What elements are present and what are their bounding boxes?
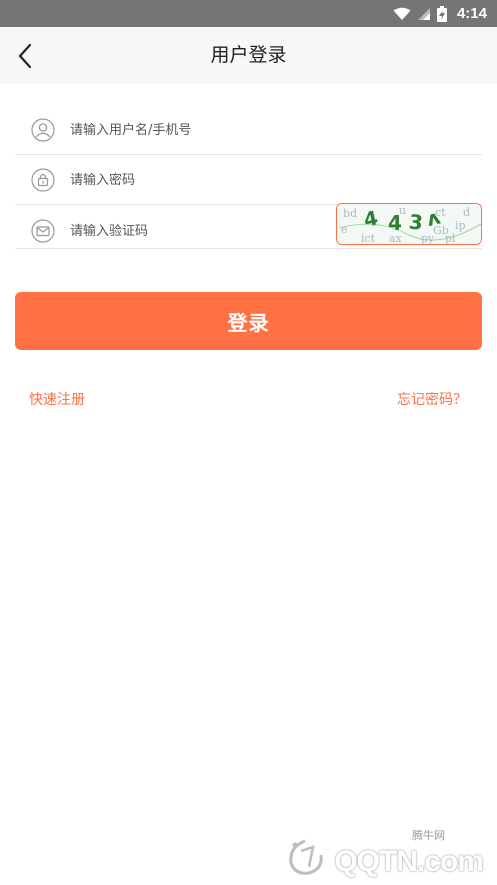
- svg-text:e: e: [341, 223, 348, 236]
- battery-charging-icon: [436, 5, 447, 22]
- qqtn-logo-icon: [289, 839, 323, 875]
- login-button[interactable]: 登录: [15, 292, 482, 350]
- user-icon: [31, 118, 55, 142]
- status-icons: 4:14: [393, 0, 487, 27]
- password-row: [15, 155, 482, 205]
- watermark-site-name: 腾牛网: [412, 829, 445, 842]
- forgot-password-link[interactable]: 忘记密码？: [397, 389, 467, 409]
- page-title: 用户登录: [210, 44, 287, 66]
- svg-text:bd: bd: [343, 207, 357, 220]
- signal-icon: [417, 7, 430, 20]
- svg-text:ip: ip: [455, 219, 466, 232]
- wifi-icon: [393, 7, 411, 20]
- svg-text:ict: ict: [361, 232, 376, 245]
- watermark-logo-text: QQTN.com: [334, 845, 484, 878]
- mail-icon: [31, 219, 55, 243]
- status-time: 4:14: [456, 5, 487, 22]
- register-link[interactable]: 快速注册: [29, 389, 85, 409]
- captcha-image[interactable]: bd u ct d e ip Gb ict ax py pl 4 4 3 ʌ: [336, 203, 482, 245]
- watermark: 腾牛网 QQTN.com: [283, 827, 484, 879]
- svg-text:py: py: [421, 232, 435, 245]
- svg-text:d: d: [463, 206, 470, 219]
- back-button[interactable]: [10, 39, 40, 73]
- captcha-input[interactable]: [70, 214, 330, 248]
- captcha-picture: bd u ct d e ipGb ict ax py pl 4 4 3 ʌ: [337, 204, 481, 245]
- username-row: [15, 105, 482, 155]
- svg-text:4: 4: [388, 211, 402, 235]
- chevron-left-icon: [18, 43, 32, 69]
- status-bar: 4:14: [0, 0, 497, 27]
- header-bar: 用户登录: [0, 27, 497, 84]
- password-input[interactable]: [70, 163, 330, 197]
- captcha-row: bductd eipGb ictaxpypl 4 4 3 ʌ: [15, 199, 482, 249]
- svg-text:3: 3: [408, 209, 424, 234]
- lock-icon: [31, 168, 55, 192]
- username-input[interactable]: [70, 113, 330, 147]
